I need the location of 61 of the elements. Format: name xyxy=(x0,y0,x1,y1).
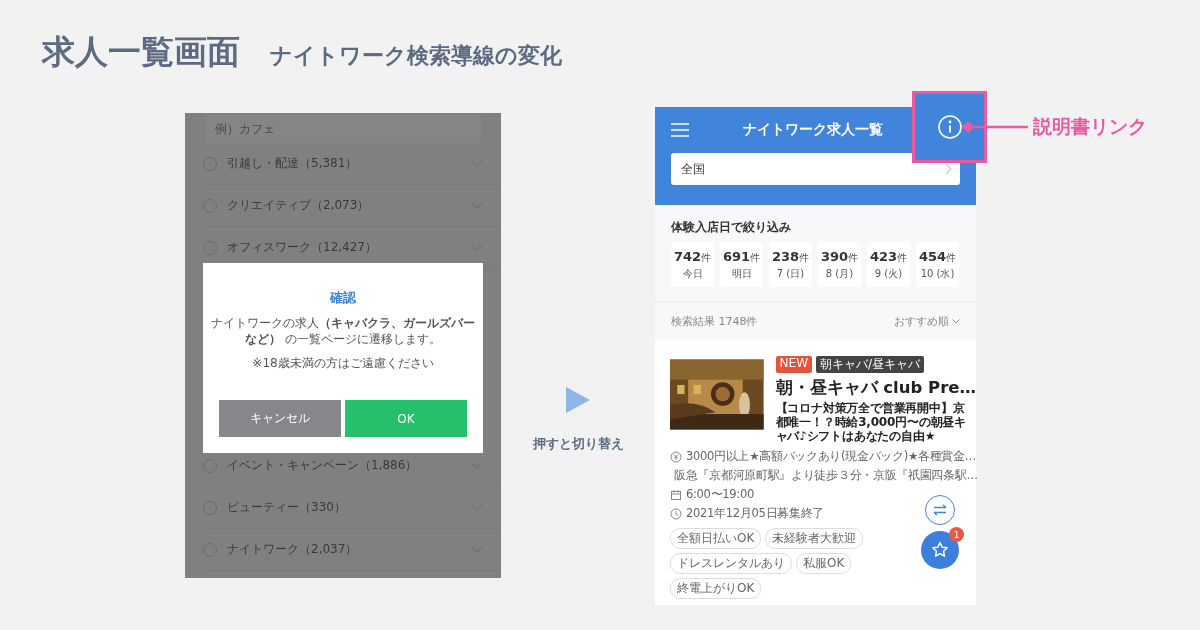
job-catchphrase: 【コロナ対策万全で営業再開中】京都唯一！？時給3,000円〜の朝昼キャバ♪シフトはあなたの自由★ xyxy=(775,401,967,443)
location-value: 全国 xyxy=(681,160,705,178)
result-count: 691件 xyxy=(722,248,761,265)
job-detail: 6:00〜19:00 xyxy=(686,487,754,502)
job-detail: 2021年12月05日募集終了 xyxy=(686,506,825,521)
date-label: 今日 xyxy=(682,266,703,281)
star-icon xyxy=(931,541,949,559)
date-chip[interactable]: 238件 7 (日) xyxy=(769,242,812,287)
feature-tag: 全額日払いOK xyxy=(670,528,762,549)
date-label: 7 (日) xyxy=(776,266,805,281)
date-chip[interactable]: 742件 今日 xyxy=(671,242,714,287)
callout-label: 説明書リンク xyxy=(1033,114,1147,139)
yen-icon xyxy=(670,450,682,463)
menu-icon[interactable] xyxy=(671,123,689,137)
category-tag: 朝キャバ/昼キャバ xyxy=(816,356,925,373)
job-card[interactable] xyxy=(655,340,976,605)
job-title[interactable]: 朝・昼キャバ club Pre… xyxy=(775,377,976,399)
date-chip[interactable]: 691件 明日 xyxy=(720,242,763,287)
new-badge: NEW xyxy=(775,356,813,373)
screen-title: ナイトワーク求人一覧 xyxy=(742,121,883,139)
swap-arrows-icon xyxy=(933,504,947,516)
feature-tag: 終電上がりOK xyxy=(670,578,762,599)
date-chip[interactable]: 390件 8 (月) xyxy=(818,242,861,287)
result-count: 390件 xyxy=(820,248,859,265)
feature-tag: 私服OK xyxy=(796,553,852,574)
play-arrow-icon xyxy=(566,387,590,413)
dialog-note: ※18歳未満の方はご遠慮ください xyxy=(252,355,434,372)
job-detail: 3000円以上★高額バックあり(現金バック)★各種賞金… xyxy=(686,449,976,464)
slide-title: 求人一覧画面 xyxy=(42,31,240,73)
info-icon[interactable] xyxy=(937,115,962,139)
sort-dropdown[interactable]: おすすめ順 xyxy=(894,313,960,329)
job-detail: 阪急『京都河原町駅』より徒歩３分・京阪『祇園四条駅… xyxy=(674,468,978,483)
result-count: 検索結果 1748件 xyxy=(671,313,758,329)
calendar-icon xyxy=(670,488,682,501)
feature-tag: 未経験者大歓迎 xyxy=(765,528,864,549)
dialog-message: ナイトワークの求人（キャバクラ、ガールズバーなど） の一覧ページに遷移します。 xyxy=(211,315,475,347)
result-count: 742件 xyxy=(673,248,712,265)
feature-tag: ドレスレンタルあり xyxy=(670,553,792,574)
category-label[interactable]: ナイトワーク（2,037） xyxy=(227,541,461,558)
category-label[interactable]: オフィスワーク（12,427） xyxy=(227,239,461,256)
result-count: 423件 xyxy=(869,248,908,265)
category-label[interactable]: クリエイティブ（2,073） xyxy=(227,197,461,214)
date-chip[interactable]: 423件 9 (火) xyxy=(867,242,910,287)
category-label[interactable]: ビューティー（330） xyxy=(227,499,461,516)
location-field[interactable]: 全国 xyxy=(671,153,960,185)
slide-subtitle: ナイトワーク検索導線の変化 xyxy=(270,42,562,70)
date-chip[interactable]: 454件 10 (水) xyxy=(916,242,959,287)
clock-icon xyxy=(670,507,682,520)
result-count: 238件 xyxy=(771,248,810,265)
date-label: 9 (火) xyxy=(874,266,903,281)
filter-title: 体験入店日で絞り込み xyxy=(670,219,792,236)
chevron-down-icon xyxy=(952,318,960,324)
date-label: 8 (月) xyxy=(825,266,854,281)
date-label: 明日 xyxy=(731,266,752,281)
category-label[interactable]: イベント・キャンペーン（1,886） xyxy=(227,457,461,474)
dialog-title: 確認 xyxy=(330,289,356,307)
ok-button[interactable]: OK xyxy=(345,400,467,437)
date-label: 10 (水) xyxy=(920,266,955,281)
transition-label: 押すと切り替え xyxy=(532,435,624,453)
cancel-button[interactable]: キャンセル xyxy=(219,400,341,437)
result-count: 454件 xyxy=(918,248,957,265)
